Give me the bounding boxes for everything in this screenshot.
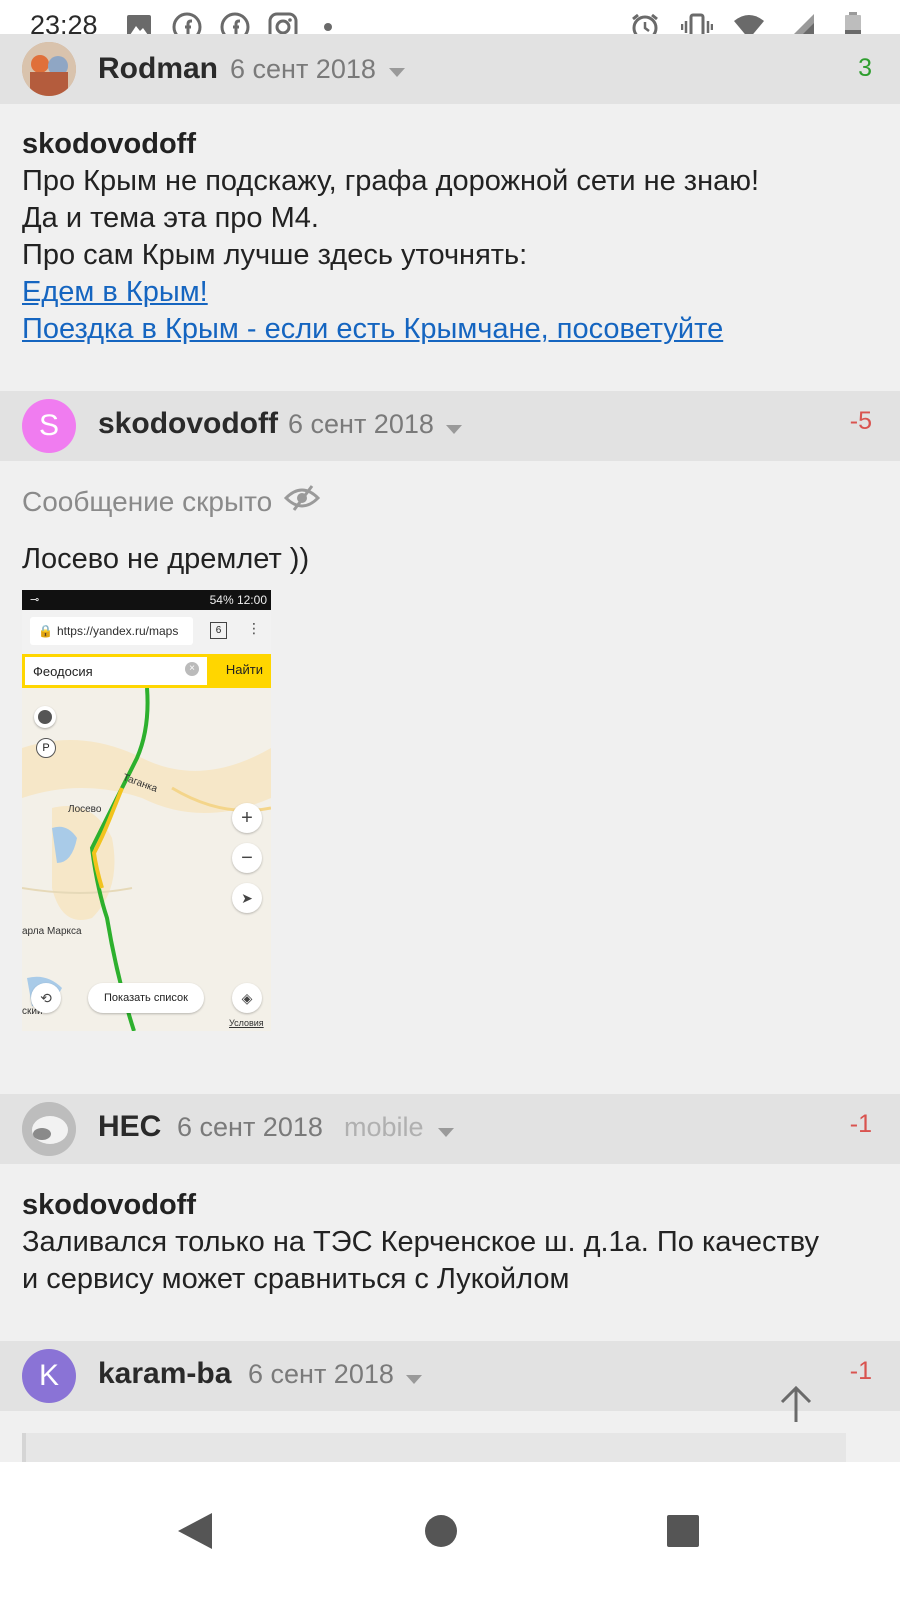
thumb-url-bar: 🔒 https://yandex.ru/maps 6 ⋮	[22, 610, 271, 654]
navigation-bar	[0, 1462, 900, 1600]
arrow-up-icon[interactable]	[778, 1384, 814, 1424]
post-author[interactable]: HEC	[98, 1110, 161, 1144]
avatar[interactable]: K	[22, 1349, 76, 1403]
clear-icon: ×	[185, 662, 199, 676]
lock-icon: 🔒	[38, 624, 53, 638]
post-client: mobile	[344, 1112, 424, 1142]
location-arrow-icon: ➤	[232, 883, 262, 913]
link-poezdka-v-krym[interactable]: Поездка в Крым - если есть Крымчане, пос…	[22, 311, 759, 348]
post-author[interactable]: Rodman	[98, 52, 218, 86]
post-author[interactable]: karam-ba	[98, 1357, 231, 1391]
avatar[interactable]: S	[22, 399, 76, 453]
link-edem-v-krym[interactable]: Едем в Крым!	[22, 274, 759, 311]
post-line: Заливался только на ТЭС Керченское ш. д.…	[22, 1226, 820, 1258]
thumb-status-text: 54% 12:00	[209, 593, 267, 607]
route-icon: ⟲	[31, 983, 61, 1013]
post-date: 6 сент 2018	[248, 1359, 394, 1389]
map-label: арла Маркса	[22, 926, 82, 937]
post-score: -1	[849, 1357, 872, 1385]
post-author[interactable]: skodovodoff	[98, 407, 278, 441]
post-header: S skodovodoff 6 сент 2018 -5	[0, 391, 900, 461]
post-date: 6 сент 2018	[177, 1112, 323, 1142]
tabs-counter: 6	[210, 622, 227, 639]
parking-icon: P	[36, 738, 56, 758]
post-body: skodovodoff Про Крым не подскажу, графа …	[22, 126, 759, 348]
quote-author[interactable]: skodovodoff	[22, 126, 759, 163]
chevron-down-icon[interactable]	[389, 68, 405, 77]
zoom-out-icon: −	[232, 843, 262, 873]
avatar[interactable]	[22, 42, 76, 96]
avatar-letter: K	[38, 1359, 59, 1392]
post-line: и сервису может сравниться с Лукойлом	[22, 1263, 570, 1295]
back-icon[interactable]	[176, 1511, 214, 1551]
post-header: K karam-ba 6 сент 2018 -1	[0, 1341, 900, 1411]
thumb-search-value: Феодосия	[33, 663, 93, 679]
avatar[interactable]	[22, 1102, 76, 1156]
thumb-url-field: 🔒 https://yandex.ru/maps	[30, 617, 193, 645]
attached-image[interactable]: ⊸ 54% 12:00 🔒 https://yandex.ru/maps 6 ⋮…	[22, 590, 271, 1031]
thumb-find-button: Найти	[225, 662, 263, 677]
post-score: -1	[849, 1110, 872, 1138]
thumb-url: https://yandex.ru/maps	[56, 624, 179, 638]
traffic-icon	[34, 706, 56, 728]
recents-button[interactable]	[648, 1496, 718, 1566]
post-date: 6 сент 2018	[288, 409, 434, 439]
quote-block	[22, 1433, 846, 1462]
hidden-message-text: Сообщение скрыто	[22, 485, 273, 517]
post-score: -5	[849, 407, 872, 435]
thumb-search-bar: Феодосия × Найти	[22, 654, 271, 688]
map-label: Лосево	[68, 804, 102, 815]
post-header: Rodman 6 сент 2018 3	[0, 34, 900, 104]
post-date: 6 сент 2018	[230, 54, 376, 84]
key-icon: ⊸	[30, 594, 40, 606]
post-header: HEC 6 сент 2018 mobile -1	[0, 1094, 900, 1164]
layers-icon: ◈	[232, 983, 262, 1013]
avatar-letter: S	[38, 409, 59, 442]
chevron-down-icon[interactable]	[438, 1128, 454, 1137]
post-body: skodovodoff Заливался только на ТЭС Керч…	[22, 1187, 819, 1298]
post-line: Про сам Крым лучше здесь уточнять:	[22, 239, 528, 271]
post-line: Про Крым не подскажу, графа дорожной сет…	[22, 165, 760, 197]
chevron-down-icon[interactable]	[406, 1375, 422, 1384]
zoom-in-icon: +	[232, 803, 262, 833]
more-vert-icon: ⋮	[247, 620, 261, 636]
home-icon[interactable]	[424, 1514, 458, 1548]
post-score: 3	[858, 54, 872, 82]
thumb-map: Таганка Лосево арла Маркса ский P + − ➤ …	[22, 687, 271, 1031]
scroll-to-top-button[interactable]	[778, 1384, 814, 1424]
dot-icon	[324, 23, 332, 31]
thumb-list-button: Показать список	[88, 983, 204, 1013]
thumb-search-input: Феодосия ×	[25, 657, 207, 685]
home-button[interactable]	[406, 1496, 476, 1566]
chevron-down-icon[interactable]	[446, 425, 462, 434]
post-line: Да и тема эта про М4.	[22, 202, 319, 234]
back-button[interactable]	[160, 1496, 230, 1566]
hidden-message-label[interactable]: Сообщение скрыто	[22, 484, 321, 519]
recents-icon[interactable]	[666, 1514, 700, 1548]
terms-link: Условия	[229, 1018, 264, 1028]
thumb-status-bar: ⊸ 54% 12:00	[22, 590, 271, 610]
eye-off-icon[interactable]	[284, 484, 321, 519]
post-text: Лосево не дремлет ))	[22, 543, 310, 575]
quote-author[interactable]: skodovodoff	[22, 1187, 819, 1224]
